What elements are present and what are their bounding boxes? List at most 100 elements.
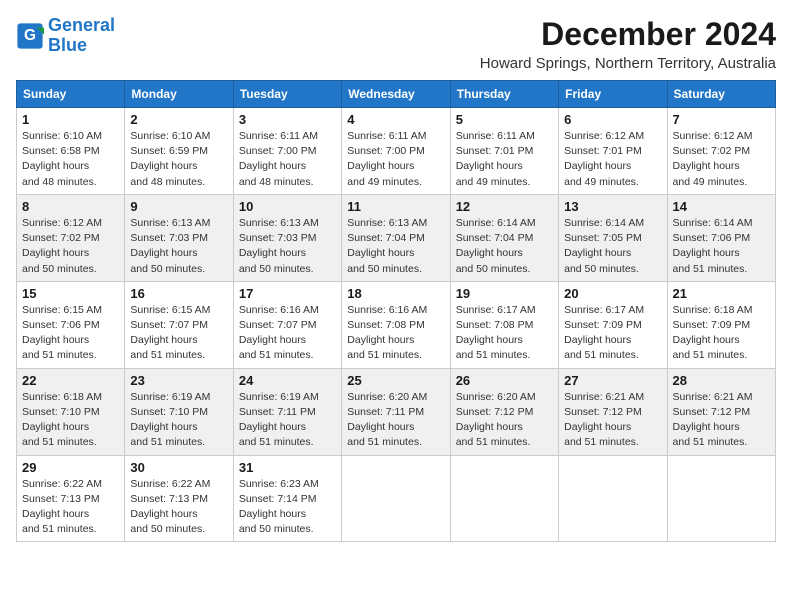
calendar-table: Sunday Monday Tuesday Wednesday Thursday… xyxy=(16,80,776,542)
day-number: 1 xyxy=(22,112,119,127)
table-row: 27 Sunrise: 6:21 AM Sunset: 7:12 PM Dayl… xyxy=(559,368,667,455)
day-number: 27 xyxy=(564,373,661,388)
calendar-week-row: 22 Sunrise: 6:18 AM Sunset: 7:10 PM Dayl… xyxy=(17,368,776,455)
day-info: Sunrise: 6:17 AM Sunset: 7:09 PM Dayligh… xyxy=(564,303,661,364)
day-number: 5 xyxy=(456,112,553,127)
svg-text:G: G xyxy=(24,27,36,44)
day-info: Sunrise: 6:20 AM Sunset: 7:11 PM Dayligh… xyxy=(347,390,444,451)
table-row: 26 Sunrise: 6:20 AM Sunset: 7:12 PM Dayl… xyxy=(450,368,558,455)
table-row: 15 Sunrise: 6:15 AM Sunset: 7:06 PM Dayl… xyxy=(17,281,125,368)
header-friday: Friday xyxy=(559,81,667,108)
table-row xyxy=(450,455,558,542)
table-row: 11 Sunrise: 6:13 AM Sunset: 7:04 PM Dayl… xyxy=(342,194,450,281)
day-info: Sunrise: 6:21 AM Sunset: 7:12 PM Dayligh… xyxy=(673,390,770,451)
table-row: 9 Sunrise: 6:13 AM Sunset: 7:03 PM Dayli… xyxy=(125,194,233,281)
page-title: December 2024 xyxy=(480,16,776,53)
header-saturday: Saturday xyxy=(667,81,775,108)
day-number: 21 xyxy=(673,286,770,301)
day-number: 25 xyxy=(347,373,444,388)
table-row xyxy=(559,455,667,542)
day-number: 26 xyxy=(456,373,553,388)
day-number: 20 xyxy=(564,286,661,301)
day-info: Sunrise: 6:22 AM Sunset: 7:13 PM Dayligh… xyxy=(22,477,119,538)
day-number: 14 xyxy=(673,199,770,214)
day-number: 16 xyxy=(130,286,227,301)
day-info: Sunrise: 6:19 AM Sunset: 7:10 PM Dayligh… xyxy=(130,390,227,451)
day-number: 9 xyxy=(130,199,227,214)
calendar-header-row: Sunday Monday Tuesday Wednesday Thursday… xyxy=(17,81,776,108)
table-row: 2 Sunrise: 6:10 AM Sunset: 6:59 PM Dayli… xyxy=(125,108,233,195)
day-number: 8 xyxy=(22,199,119,214)
table-row: 1 Sunrise: 6:10 AM Sunset: 6:58 PM Dayli… xyxy=(17,108,125,195)
day-info: Sunrise: 6:12 AM Sunset: 7:02 PM Dayligh… xyxy=(673,129,770,190)
day-number: 13 xyxy=(564,199,661,214)
day-info: Sunrise: 6:20 AM Sunset: 7:12 PM Dayligh… xyxy=(456,390,553,451)
table-row: 10 Sunrise: 6:13 AM Sunset: 7:03 PM Dayl… xyxy=(233,194,341,281)
day-info: Sunrise: 6:11 AM Sunset: 7:01 PM Dayligh… xyxy=(456,129,553,190)
day-info: Sunrise: 6:14 AM Sunset: 7:06 PM Dayligh… xyxy=(673,216,770,277)
day-info: Sunrise: 6:23 AM Sunset: 7:14 PM Dayligh… xyxy=(239,477,336,538)
calendar-week-row: 29 Sunrise: 6:22 AM Sunset: 7:13 PM Dayl… xyxy=(17,455,776,542)
day-number: 28 xyxy=(673,373,770,388)
day-info: Sunrise: 6:14 AM Sunset: 7:04 PM Dayligh… xyxy=(456,216,553,277)
logo: G General Blue xyxy=(16,16,115,56)
header-thursday: Thursday xyxy=(450,81,558,108)
day-number: 24 xyxy=(239,373,336,388)
page-header: G General Blue December 2024 Howard Spri… xyxy=(16,16,776,72)
table-row: 4 Sunrise: 6:11 AM Sunset: 7:00 PM Dayli… xyxy=(342,108,450,195)
table-row: 13 Sunrise: 6:14 AM Sunset: 7:05 PM Dayl… xyxy=(559,194,667,281)
day-info: Sunrise: 6:21 AM Sunset: 7:12 PM Dayligh… xyxy=(564,390,661,451)
day-info: Sunrise: 6:10 AM Sunset: 6:59 PM Dayligh… xyxy=(130,129,227,190)
day-info: Sunrise: 6:17 AM Sunset: 7:08 PM Dayligh… xyxy=(456,303,553,364)
day-info: Sunrise: 6:22 AM Sunset: 7:13 PM Dayligh… xyxy=(130,477,227,538)
day-info: Sunrise: 6:14 AM Sunset: 7:05 PM Dayligh… xyxy=(564,216,661,277)
day-info: Sunrise: 6:10 AM Sunset: 6:58 PM Dayligh… xyxy=(22,129,119,190)
day-info: Sunrise: 6:15 AM Sunset: 7:07 PM Dayligh… xyxy=(130,303,227,364)
table-row: 29 Sunrise: 6:22 AM Sunset: 7:13 PM Dayl… xyxy=(17,455,125,542)
table-row: 12 Sunrise: 6:14 AM Sunset: 7:04 PM Dayl… xyxy=(450,194,558,281)
table-row: 22 Sunrise: 6:18 AM Sunset: 7:10 PM Dayl… xyxy=(17,368,125,455)
day-info: Sunrise: 6:12 AM Sunset: 7:01 PM Dayligh… xyxy=(564,129,661,190)
table-row: 3 Sunrise: 6:11 AM Sunset: 7:00 PM Dayli… xyxy=(233,108,341,195)
day-info: Sunrise: 6:11 AM Sunset: 7:00 PM Dayligh… xyxy=(347,129,444,190)
header-sunday: Sunday xyxy=(17,81,125,108)
day-info: Sunrise: 6:13 AM Sunset: 7:04 PM Dayligh… xyxy=(347,216,444,277)
table-row: 16 Sunrise: 6:15 AM Sunset: 7:07 PM Dayl… xyxy=(125,281,233,368)
day-number: 22 xyxy=(22,373,119,388)
logo-icon: G xyxy=(16,22,44,50)
calendar-week-row: 1 Sunrise: 6:10 AM Sunset: 6:58 PM Dayli… xyxy=(17,108,776,195)
day-info: Sunrise: 6:13 AM Sunset: 7:03 PM Dayligh… xyxy=(239,216,336,277)
day-number: 15 xyxy=(22,286,119,301)
table-row: 28 Sunrise: 6:21 AM Sunset: 7:12 PM Dayl… xyxy=(667,368,775,455)
table-row xyxy=(342,455,450,542)
day-info: Sunrise: 6:15 AM Sunset: 7:06 PM Dayligh… xyxy=(22,303,119,364)
table-row: 8 Sunrise: 6:12 AM Sunset: 7:02 PM Dayli… xyxy=(17,194,125,281)
table-row: 5 Sunrise: 6:11 AM Sunset: 7:01 PM Dayli… xyxy=(450,108,558,195)
day-info: Sunrise: 6:18 AM Sunset: 7:10 PM Dayligh… xyxy=(22,390,119,451)
logo-line1: General xyxy=(48,15,115,35)
day-number: 29 xyxy=(22,460,119,475)
day-info: Sunrise: 6:13 AM Sunset: 7:03 PM Dayligh… xyxy=(130,216,227,277)
table-row: 19 Sunrise: 6:17 AM Sunset: 7:08 PM Dayl… xyxy=(450,281,558,368)
day-number: 18 xyxy=(347,286,444,301)
day-number: 6 xyxy=(564,112,661,127)
title-block: December 2024 Howard Springs, Northern T… xyxy=(480,16,776,72)
day-number: 7 xyxy=(673,112,770,127)
day-info: Sunrise: 6:18 AM Sunset: 7:09 PM Dayligh… xyxy=(673,303,770,364)
table-row: 30 Sunrise: 6:22 AM Sunset: 7:13 PM Dayl… xyxy=(125,455,233,542)
day-number: 3 xyxy=(239,112,336,127)
table-row: 25 Sunrise: 6:20 AM Sunset: 7:11 PM Dayl… xyxy=(342,368,450,455)
day-number: 31 xyxy=(239,460,336,475)
day-number: 11 xyxy=(347,199,444,214)
table-row xyxy=(667,455,775,542)
day-number: 12 xyxy=(456,199,553,214)
table-row: 31 Sunrise: 6:23 AM Sunset: 7:14 PM Dayl… xyxy=(233,455,341,542)
day-number: 10 xyxy=(239,199,336,214)
day-number: 23 xyxy=(130,373,227,388)
day-number: 4 xyxy=(347,112,444,127)
day-number: 30 xyxy=(130,460,227,475)
table-row: 17 Sunrise: 6:16 AM Sunset: 7:07 PM Dayl… xyxy=(233,281,341,368)
day-number: 17 xyxy=(239,286,336,301)
table-row: 20 Sunrise: 6:17 AM Sunset: 7:09 PM Dayl… xyxy=(559,281,667,368)
table-row: 21 Sunrise: 6:18 AM Sunset: 7:09 PM Dayl… xyxy=(667,281,775,368)
